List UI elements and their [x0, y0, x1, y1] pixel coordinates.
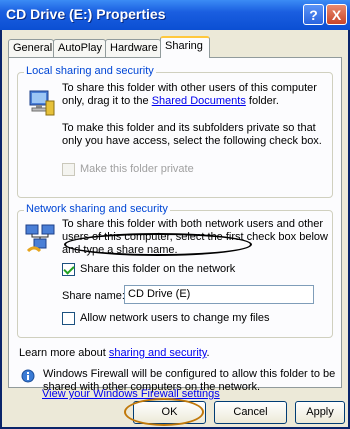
network-text-line-3: and type a share name. [62, 244, 178, 256]
make-private-label: Make this folder private [80, 163, 194, 175]
sharing-security-link[interactable]: sharing and security [109, 347, 207, 359]
tab-sharing[interactable]: Sharing [160, 36, 210, 58]
learn-more-prefix: Learn more about [19, 347, 109, 359]
firewall-text-line-1: Windows Firewall will be configured to a… [43, 368, 336, 380]
local-text-line-1: To share this folder with other users of… [62, 82, 317, 94]
share-folder-checkbox[interactable] [62, 263, 75, 276]
local-text-line-2: only, drag it to the [62, 95, 152, 107]
learn-more-text: Learn more about sharing and security. [19, 347, 210, 360]
network-computers-icon [24, 223, 56, 260]
network-text-line-2: users of this computer, select the first… [62, 231, 328, 243]
allow-change-checkbox[interactable] [62, 312, 75, 325]
info-icon [21, 369, 35, 388]
share-name-label: Share name: [62, 290, 125, 302]
share-folder-label[interactable]: Share this folder on the network [80, 263, 235, 276]
tab-general[interactable]: General [8, 39, 54, 57]
title-bar[interactable]: CD Drive (E:) Properties ? X [0, 0, 350, 30]
make-private-checkbox[interactable] [62, 163, 75, 176]
network-text-line-1: To share this folder with both network u… [62, 218, 324, 230]
local-text-line-2-end: folder. [245, 95, 279, 107]
allow-change-label[interactable]: Allow network users to change my files [80, 312, 270, 325]
tab-hardware[interactable]: Hardware [105, 39, 161, 57]
cancel-button[interactable]: Cancel [214, 401, 287, 424]
local-sharing-group: Local sharing and security To share this… [17, 65, 333, 198]
local-text-2: To make this folder and its subfolders p… [62, 122, 322, 148]
share-name-input[interactable]: CD Drive (E) [124, 285, 314, 304]
dialog-client: General AutoPlay Hardware Sharing Local … [2, 30, 348, 427]
apply-button[interactable]: Apply [295, 401, 345, 424]
shared-documents-link[interactable]: Shared Documents [152, 95, 246, 107]
window-title: CD Drive (E:) Properties [6, 6, 166, 22]
local-text2-line-2: only you have access, select the followi… [62, 135, 322, 147]
firewall-settings-link[interactable]: View your Windows Firewall settings [42, 388, 220, 401]
network-sharing-group: Network sharing and security To share th… [17, 203, 333, 338]
learn-more-suffix: . [206, 347, 210, 359]
network-sharing-legend: Network sharing and security [24, 203, 170, 215]
local-text-1: To share this folder with other users of… [62, 82, 317, 108]
tab-autoplay[interactable]: AutoPlay [53, 39, 106, 57]
sharing-panel: Local sharing and security To share this… [8, 57, 342, 393]
local-text2-line-1: To make this folder and its subfolders p… [62, 122, 316, 134]
local-sharing-legend: Local sharing and security [24, 65, 156, 77]
network-text: To share this folder with both network u… [62, 218, 328, 257]
properties-dialog: CD Drive (E:) Properties ? X General Aut… [0, 0, 350, 429]
help-button[interactable]: ? [303, 4, 324, 25]
computer-icon [26, 87, 58, 124]
close-button[interactable]: X [326, 4, 347, 25]
ok-button[interactable]: OK [133, 401, 206, 424]
